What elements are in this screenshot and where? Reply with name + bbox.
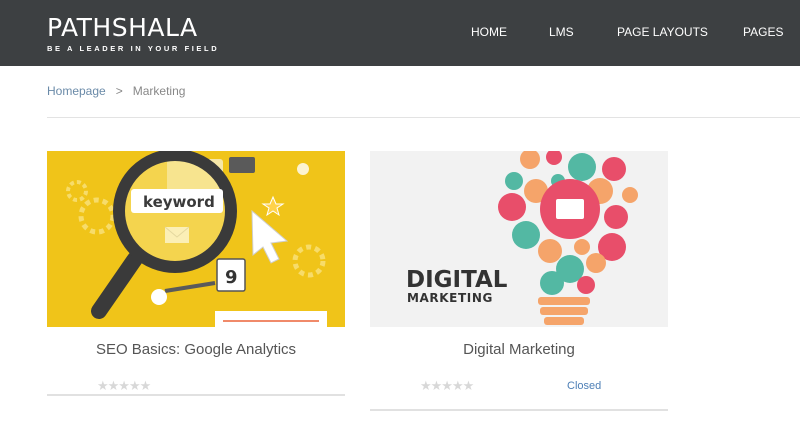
rating-stars: ★★★★★ (420, 378, 474, 393)
course-image-seo[interactable]: keyword 9 (47, 151, 345, 327)
nav-home[interactable]: HOME (471, 25, 507, 39)
nav-pages[interactable]: PAGES (743, 25, 783, 39)
seo-image-badge: 9 (225, 267, 238, 288)
dm-image-line2: MARKETING (407, 291, 493, 305)
breadcrumb-separator: > (115, 84, 123, 98)
seo-image-keyword: keyword (143, 193, 215, 211)
divider (47, 117, 800, 118)
nav-lms[interactable]: LMS (549, 25, 574, 39)
breadcrumb-current: Marketing (132, 84, 186, 98)
course-title[interactable]: SEO Basics: Google Analytics (47, 341, 345, 358)
course-card-digital-marketing[interactable]: DIGITAL MARKETING Digital Marketing ★★★★… (370, 151, 668, 411)
status-badge: Closed (567, 380, 602, 392)
logo-title[interactable]: PATHSHALA (47, 14, 219, 42)
course-title[interactable]: Digital Marketing (370, 341, 668, 358)
course-card-seo[interactable]: keyword 9 SEO Basics: Google Analytics ★… (47, 151, 345, 398)
breadcrumb-home-link[interactable]: Homepage (47, 84, 106, 98)
breadcrumb: Homepage > Marketing (47, 84, 185, 98)
logo-tagline: BE A LEADER IN YOUR FIELD (47, 44, 220, 53)
rating-stars: ★★★★★ (97, 378, 151, 393)
course-meta: ★★★★★ Closed (370, 378, 668, 398)
course-image-digital-marketing[interactable]: DIGITAL MARKETING (370, 151, 668, 327)
card-bottom-border (370, 409, 668, 411)
dm-image-line1: DIGITAL (406, 267, 508, 293)
nav-page-layouts[interactable]: PAGE LAYOUTS (617, 25, 708, 39)
site-header: PATHSHALA BE A LEADER IN YOUR FIELD HOME… (0, 0, 800, 66)
site-logo[interactable]: PATHSHALA BE A LEADER IN YOUR FIELD (47, 14, 220, 54)
card-bottom-border (47, 394, 345, 396)
